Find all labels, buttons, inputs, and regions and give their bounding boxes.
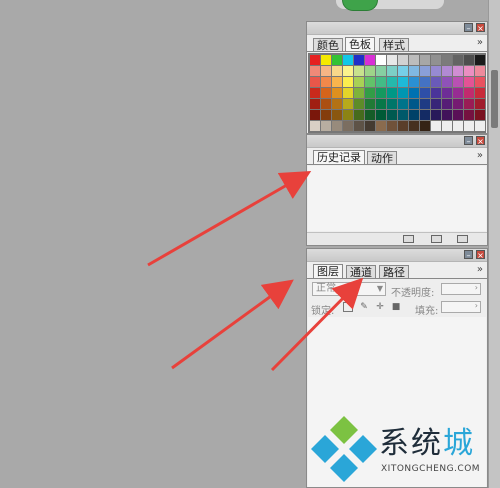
watermark: 系统城 XITONGCHENG.COM xyxy=(307,408,488,488)
watermark-logo xyxy=(311,416,377,482)
watermark-text: 系统城 xyxy=(379,418,475,462)
red-arrow xyxy=(171,279,294,370)
watermark-text-accent: 城 xyxy=(443,426,475,461)
red-arrow xyxy=(147,171,312,267)
watermark-text-main: 系统 xyxy=(379,426,443,461)
watermark-subtext: XITONGCHENG.COM xyxy=(381,464,481,474)
red-arrow xyxy=(270,277,364,372)
